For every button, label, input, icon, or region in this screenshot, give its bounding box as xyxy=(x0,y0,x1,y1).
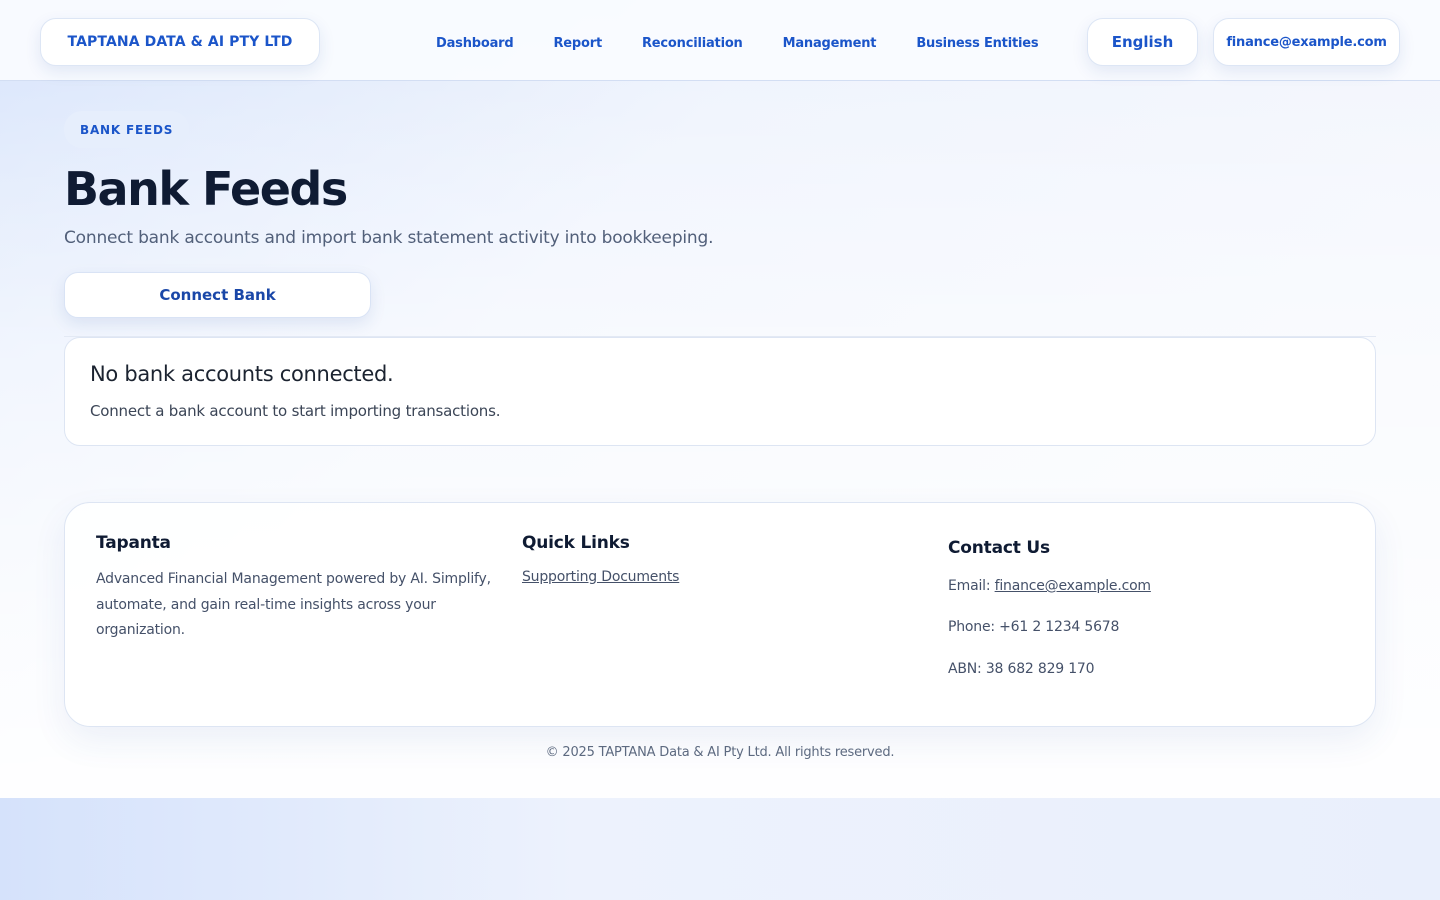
connect-bank-button[interactable]: Connect Bank xyxy=(64,272,371,318)
main-nav: Dashboard Report Reconciliation Manageme… xyxy=(416,24,1058,62)
footer-link-supporting-documents[interactable]: Supporting Documents xyxy=(522,569,679,585)
nav-management[interactable]: Management xyxy=(763,28,897,59)
page-lower-band xyxy=(0,798,1440,900)
page-title: Bank Feeds xyxy=(64,162,348,216)
eyebrow-label: BANK FEEDS xyxy=(80,122,174,137)
site-footer: Tapanta Advanced Financial Management po… xyxy=(64,502,1376,727)
footer-contact-phone: Phone: +61 2 1234 5678 xyxy=(948,619,1120,635)
section-eyebrow-badge: BANK FEEDS xyxy=(64,111,190,148)
connect-bank-label: Connect Bank xyxy=(159,286,276,304)
company-brand-button[interactable]: TAPTANA DATA & AI PTY LTD xyxy=(40,18,320,66)
copyright-notice: © 2025 TAPTANA Data & AI Pty Ltd. All ri… xyxy=(545,745,895,760)
nav-dashboard[interactable]: Dashboard xyxy=(416,28,533,59)
nav-report[interactable]: Report xyxy=(533,28,622,59)
company-name: TAPTANA DATA & AI PTY LTD xyxy=(67,34,293,50)
nav-reconciliation[interactable]: Reconciliation xyxy=(622,28,763,59)
footer-contact-abn: ABN: 38 682 829 170 xyxy=(948,661,1095,677)
language-selector-button[interactable]: English xyxy=(1087,18,1198,66)
page-subtitle: Connect bank accounts and import bank st… xyxy=(64,228,714,248)
footer-contact-heading: Contact Us xyxy=(948,538,1050,558)
top-navigation-bar: TAPTANA DATA & AI PTY LTD Dashboard Repo… xyxy=(0,0,1440,81)
user-email: finance@example.com xyxy=(1226,34,1387,50)
language-label: English xyxy=(1111,33,1174,51)
user-account-button[interactable]: finance@example.com xyxy=(1213,18,1400,66)
footer-about-text: Advanced Financial Management powered by… xyxy=(96,571,491,638)
footer-contact-email: Email: finance@example.com xyxy=(948,578,1151,594)
empty-state-title: No bank accounts connected. xyxy=(90,362,394,386)
nav-business-entities[interactable]: Business Entities xyxy=(896,28,1058,59)
empty-state-card: No bank accounts connected. Connect a ba… xyxy=(64,337,1376,446)
email-label: Email: xyxy=(948,578,995,594)
footer-about-heading: Tapanta xyxy=(96,533,171,553)
footer-quick-links-heading: Quick Links xyxy=(522,533,630,553)
empty-state-description: Connect a bank account to start importin… xyxy=(90,402,501,420)
footer-email-link[interactable]: finance@example.com xyxy=(995,578,1151,594)
